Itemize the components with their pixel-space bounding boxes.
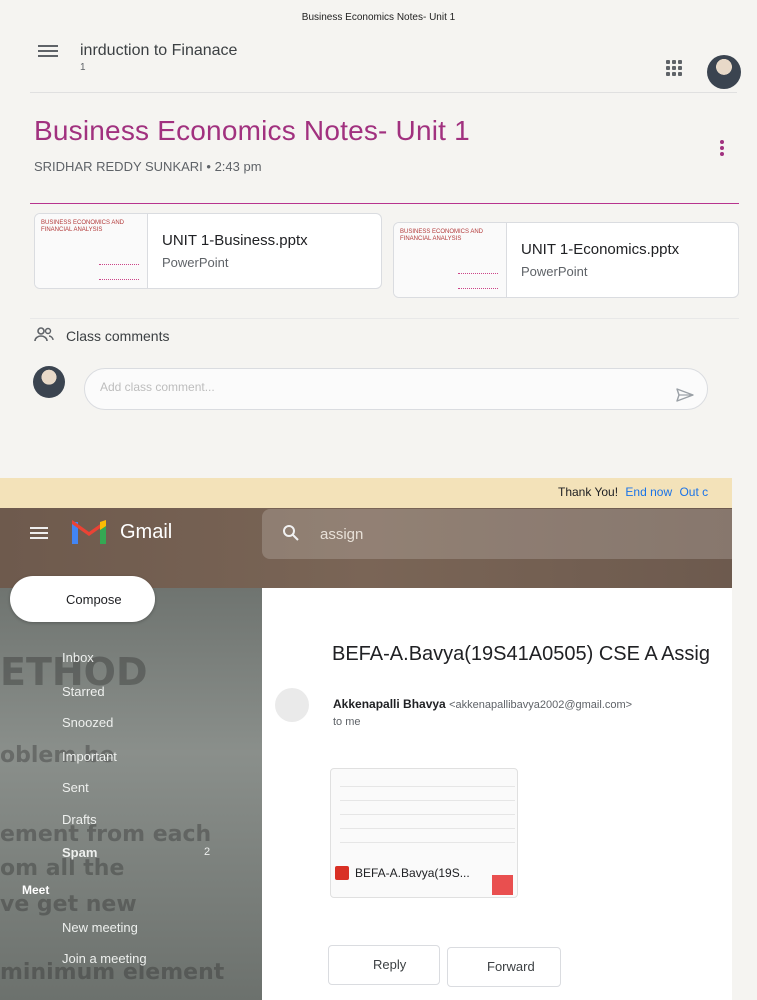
- search-icon[interactable]: [282, 524, 300, 542]
- message-subject: BEFA-A.Bavya(19S41A0505) CSE A Assig: [332, 643, 710, 665]
- more-options-icon[interactable]: [720, 138, 726, 158]
- mail-attachment-name: BEFA-A.Bavya(19S...: [355, 866, 470, 880]
- nav-starred[interactable]: Starred: [62, 684, 105, 699]
- pdf-icon: [335, 866, 349, 880]
- attachment-thumbnail: BUSINESS ECONOMICS AND FINANCIAL ANALYSI…: [394, 223, 507, 297]
- comment-placeholder: Add class comment...: [100, 380, 215, 394]
- compose-label: Compose: [66, 592, 122, 607]
- post-meta: SRIDHAR REDDY SUNKARI • 2:43 pm: [34, 159, 262, 174]
- attachment-card[interactable]: BUSINESS ECONOMICS AND FINANCIAL ANALYSI…: [393, 222, 739, 298]
- gmail-logo-icon: [72, 520, 106, 544]
- background-text: ve get new: [0, 892, 137, 917]
- nav-snoozed[interactable]: Snoozed: [62, 715, 113, 730]
- sender-avatar: [275, 688, 309, 722]
- banner-text: Thank You! End now Out c: [558, 485, 709, 499]
- header-divider: [30, 92, 737, 93]
- attachment-card[interactable]: BUSINESS ECONOMICS AND FINANCIAL ANALYSI…: [34, 213, 382, 289]
- background-text: ement from each: [0, 822, 212, 847]
- attachment-badge: [492, 875, 513, 895]
- join-meeting-link[interactable]: Join a meeting: [62, 951, 147, 966]
- sender-name: Akkenapalli Bhavya: [333, 697, 446, 711]
- attachment-name: UNIT 1-Economics.pptx: [521, 241, 680, 258]
- nav-inbox[interactable]: Inbox: [62, 650, 94, 665]
- account-avatar[interactable]: [707, 55, 741, 89]
- new-meeting-link[interactable]: New meeting: [62, 920, 138, 935]
- send-icon[interactable]: [675, 387, 695, 403]
- nav-drafts[interactable]: Drafts: [62, 812, 97, 827]
- nav-important[interactable]: Important: [62, 749, 117, 764]
- class-comments-label: Class comments: [66, 328, 170, 344]
- sender-email: <akkenapallibavya2002@gmail.com>: [449, 699, 633, 711]
- nav-sent[interactable]: Sent: [62, 780, 89, 795]
- end-now-link[interactable]: End now: [625, 485, 672, 499]
- recipient-line[interactable]: to me: [333, 716, 361, 728]
- attachment-type: PowerPoint: [521, 264, 588, 279]
- attachment-name: UNIT 1-Business.pptx: [162, 232, 308, 249]
- menu-icon[interactable]: [38, 42, 58, 58]
- course-title[interactable]: inrduction to Finanace: [80, 42, 237, 60]
- commenter-avatar: [33, 366, 65, 398]
- nav-spam[interactable]: Spam: [62, 845, 97, 860]
- post-title: Business Economics Notes- Unit 1: [34, 115, 470, 146]
- print-header: Business Economics Notes- Unit 1: [301, 12, 456, 23]
- forward-label: Forward: [487, 959, 535, 974]
- attachment-preview: [340, 772, 515, 852]
- meet-label: Meet: [22, 883, 50, 897]
- course-section: 1: [80, 62, 86, 73]
- gmail-menu-icon[interactable]: [30, 524, 48, 542]
- attachment-thumbnail: BUSINESS ECONOMICS AND FINANCIAL ANALYSI…: [35, 214, 148, 288]
- reply-label: Reply: [373, 957, 407, 972]
- sender-line: Akkenapalli Bhavya <akkenapallibavya2002…: [333, 697, 632, 711]
- search-input[interactable]: assign: [320, 526, 363, 543]
- apps-grid-icon[interactable]: [666, 60, 682, 76]
- spam-count: 2: [204, 846, 211, 858]
- comments-divider: [30, 318, 739, 319]
- attachment-type: PowerPoint: [162, 255, 229, 270]
- post-divider: [30, 203, 739, 204]
- people-icon: [34, 327, 54, 342]
- gmail-app-name: Gmail: [120, 521, 173, 543]
- out-link[interactable]: Out c: [679, 485, 708, 499]
